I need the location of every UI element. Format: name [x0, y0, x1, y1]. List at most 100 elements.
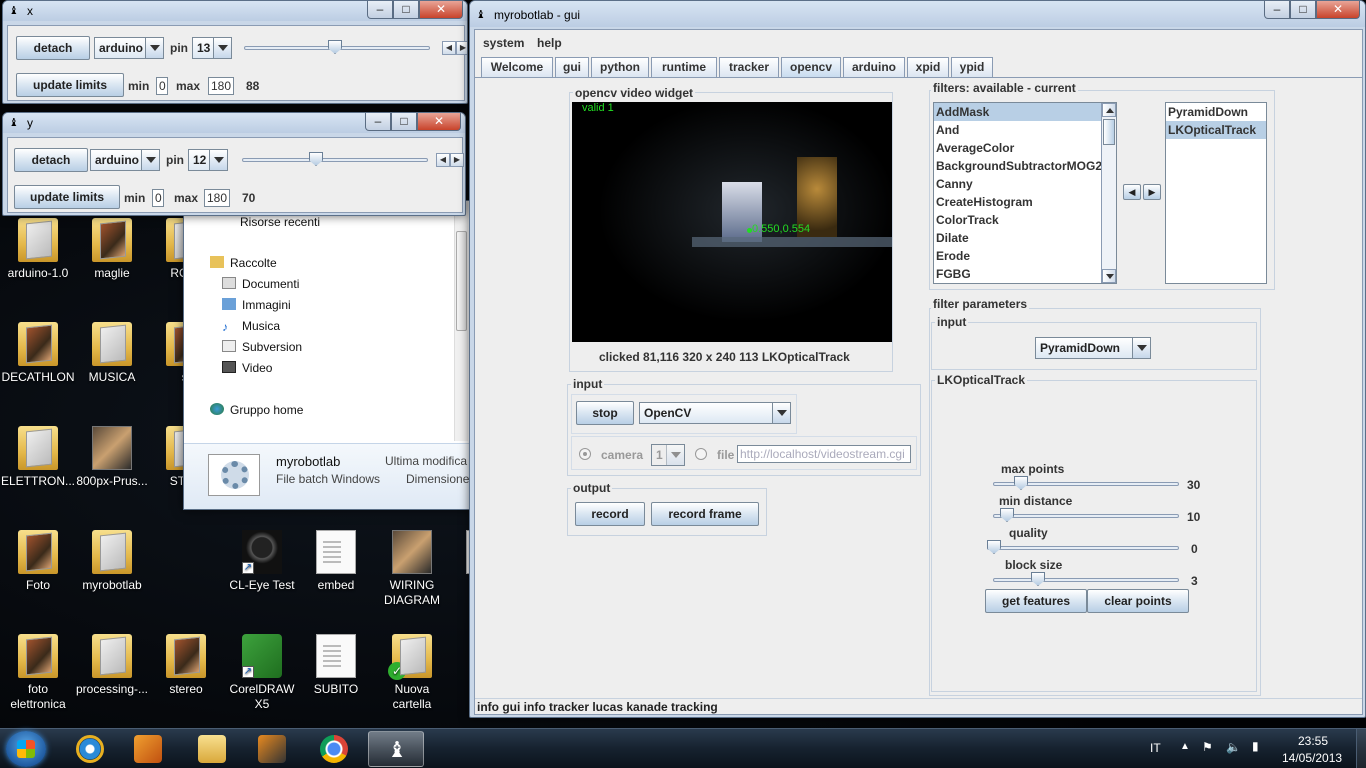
start-button[interactable]: [6, 731, 46, 767]
pin-select[interactable]: 13: [192, 37, 232, 59]
pin-select[interactable]: 12: [188, 149, 228, 171]
servo-y-slider[interactable]: [242, 152, 428, 168]
param-slider-quality[interactable]: [987, 540, 1179, 556]
detach-button[interactable]: detach: [16, 36, 90, 60]
slider-thumb[interactable]: [1014, 476, 1028, 490]
tab-welcome[interactable]: Welcome: [481, 57, 553, 77]
servo-y-titlebar[interactable]: ♝ y – □ ✕: [3, 113, 465, 133]
desktop-icon[interactable]: myrobotlab: [74, 530, 150, 593]
desktop-icon[interactable]: ↗ CL-Eye Test: [224, 530, 300, 593]
servo-x-titlebar[interactable]: ♝ x – □ ✕: [3, 1, 467, 21]
tray-chevron-up-icon[interactable]: ▲: [1180, 741, 1190, 752]
file-url-input[interactable]: http://localhost/videostream.cgi: [737, 445, 911, 463]
list-item[interactable]: ColorTrack: [934, 211, 1102, 229]
stop-button[interactable]: stop: [576, 401, 634, 425]
slider-thumb[interactable]: [987, 540, 1001, 554]
show-desktop-button[interactable]: [1356, 729, 1366, 768]
param-slider-block-size[interactable]: [993, 572, 1179, 588]
close-button[interactable]: ✕: [417, 113, 461, 131]
desktop-icon[interactable]: stereo: [148, 634, 224, 697]
list-item[interactable]: CreateHistogram: [934, 193, 1102, 211]
desktop-icon[interactable]: DECATHLON: [0, 322, 76, 385]
network-icon[interactable]: ▮: [1252, 739, 1259, 753]
record-frame-button[interactable]: record frame: [651, 502, 759, 526]
tab-ypid[interactable]: ypid: [951, 57, 993, 77]
taskbar-explorer[interactable]: [184, 731, 240, 767]
slider-thumb[interactable]: [328, 40, 342, 54]
detach-button[interactable]: detach: [14, 148, 88, 172]
list-item[interactable]: Dilate: [934, 229, 1102, 247]
min-field[interactable]: 0: [156, 77, 168, 95]
list-item[interactable]: LKOpticalTrack: [1166, 121, 1266, 139]
slider-thumb[interactable]: [309, 152, 323, 166]
explorer-scroll-thumb[interactable]: [456, 231, 467, 331]
servo-x-scroll[interactable]: ◀ ▶: [442, 41, 467, 55]
list-item[interactable]: PyramidDown: [1166, 103, 1266, 121]
desktop-icon[interactable]: embed: [298, 530, 374, 593]
tab-opencv[interactable]: opencv: [781, 57, 841, 77]
nav-libraries[interactable]: Raccolte: [210, 256, 277, 270]
list-item[interactable]: Erode: [934, 247, 1102, 265]
desktop-icon[interactable]: foto elettronica: [0, 634, 76, 712]
grabber-select[interactable]: OpenCV: [639, 402, 791, 424]
tab-tracker[interactable]: tracker: [719, 57, 779, 77]
desktop-icon[interactable]: 800px-Prus...: [74, 426, 150, 489]
tab-gui[interactable]: gui: [555, 57, 589, 77]
minimize-button[interactable]: –: [367, 1, 393, 19]
maximize-button[interactable]: □: [393, 1, 419, 19]
scroll-down-icon[interactable]: [1102, 269, 1116, 283]
tab-runtime[interactable]: runtime: [651, 57, 717, 77]
nav-item-images[interactable]: Immagini: [222, 298, 291, 312]
gui-titlebar[interactable]: ♝ myrobotlab - gui – □ ✕: [470, 1, 1365, 27]
servo-y-scroll[interactable]: ◀ ▶: [436, 153, 464, 167]
desktop-icon[interactable]: ✓ Nuova cartella: [374, 634, 450, 712]
flag-icon[interactable]: ⚑: [1202, 740, 1213, 754]
desktop-icon[interactable]: MUSICA: [74, 322, 150, 385]
camera-radio[interactable]: [579, 448, 591, 460]
scroll-thumb[interactable]: [1103, 119, 1115, 145]
video-frame[interactable]: valid 1 0.550,0.554: [572, 102, 892, 342]
controller-select[interactable]: arduino: [90, 149, 160, 171]
list-item[interactable]: And: [934, 121, 1102, 139]
desktop-icon[interactable]: Foto: [0, 530, 76, 593]
taskbar-media-player[interactable]: [120, 731, 176, 767]
record-button[interactable]: record: [575, 502, 645, 526]
explorer-scrollbar[interactable]: [454, 201, 468, 441]
max-field[interactable]: 180: [208, 77, 234, 95]
desktop-icon[interactable]: maglie: [74, 218, 150, 281]
menu-help[interactable]: help: [537, 36, 562, 50]
menu-system[interactable]: system: [483, 36, 524, 50]
param-slider-min-distance[interactable]: [993, 508, 1179, 524]
move-left-button[interactable]: ◀: [1123, 184, 1141, 200]
controller-select[interactable]: arduino: [94, 37, 164, 59]
clock-date[interactable]: 14/05/2013: [1282, 751, 1342, 765]
taskbar-java[interactable]: ♝: [368, 731, 424, 767]
language-indicator[interactable]: IT: [1150, 741, 1161, 755]
desktop-icon[interactable]: WIRING DIAGRAM: [374, 530, 450, 608]
slider-thumb[interactable]: [1031, 572, 1045, 586]
minimize-button[interactable]: –: [365, 113, 391, 131]
list-item[interactable]: BackgroundSubtractorMOG2: [934, 157, 1102, 175]
list-item[interactable]: AddMask: [934, 103, 1102, 121]
desktop-icon[interactable]: processing-...: [74, 634, 150, 697]
desktop-icon[interactable]: ELETTRON...: [0, 426, 76, 489]
get-features-button[interactable]: get features: [985, 589, 1087, 613]
maximize-button[interactable]: □: [391, 113, 417, 131]
scroll-up-icon[interactable]: [1102, 103, 1116, 117]
clear-points-button[interactable]: clear points: [1087, 589, 1189, 613]
camera-index-select[interactable]: 1: [651, 444, 685, 466]
min-field[interactable]: 0: [152, 189, 164, 207]
taskbar-chrome[interactable]: [306, 731, 362, 767]
speaker-icon[interactable]: 🔈: [1226, 740, 1241, 754]
nav-recent[interactable]: Risorse recenti: [240, 215, 320, 229]
close-button[interactable]: ✕: [1316, 1, 1360, 19]
servo-x-slider[interactable]: [244, 40, 430, 56]
list-item[interactable]: AverageColor: [934, 139, 1102, 157]
slider-thumb[interactable]: [1000, 508, 1014, 522]
file-radio[interactable]: [695, 448, 707, 460]
maximize-button[interactable]: □: [1290, 1, 1316, 19]
nav-homegroup[interactable]: Gruppo home: [210, 403, 303, 417]
nav-item-video[interactable]: Video: [222, 361, 272, 375]
move-right-button[interactable]: ▶: [1143, 184, 1161, 200]
max-field[interactable]: 180: [204, 189, 230, 207]
